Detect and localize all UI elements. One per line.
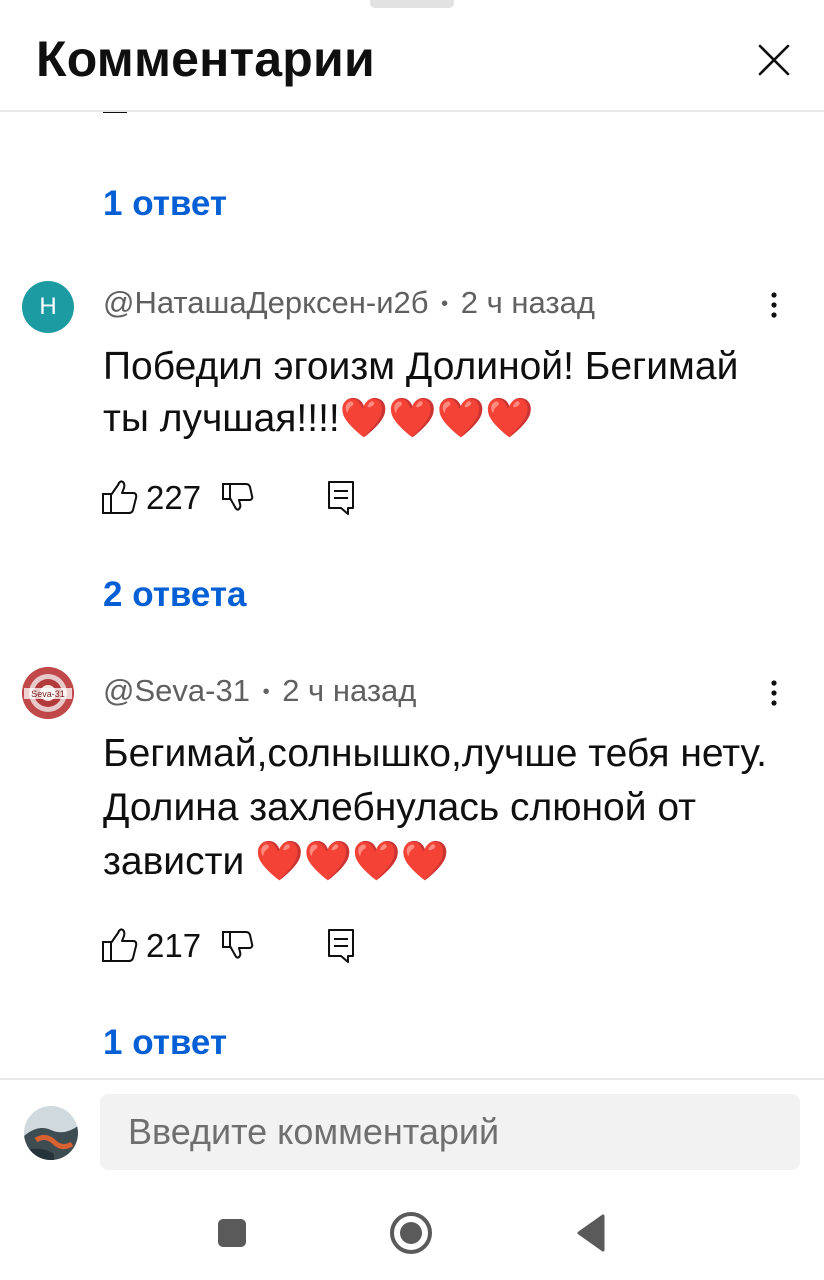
sheet-header: Комментарии xyxy=(0,0,824,112)
thumb-up-icon[interactable] xyxy=(100,477,140,517)
drag-handle[interactable] xyxy=(370,0,454,8)
reply-icon[interactable] xyxy=(326,927,356,965)
circle-icon[interactable] xyxy=(386,1208,436,1258)
comment-text: Победил эгоизм Долиной! Бегимай ты лучша… xyxy=(103,345,739,440)
comments-sheet: Комментарии 1 ответ Н @НаташаДерксен-и2б… xyxy=(0,0,824,1280)
comment-item: Seva-31 @Seva-31 • 2 ч назад Бегимай,сол… xyxy=(0,667,824,1078)
comment-author[interactable]: @НаташаДерксен-и2б xyxy=(103,285,429,320)
triangle-back-icon[interactable] xyxy=(566,1208,616,1258)
replies-link[interactable]: 2 ответа xyxy=(103,575,247,615)
more-vertical-icon[interactable] xyxy=(762,287,786,323)
page-title: Комментарии xyxy=(36,31,375,87)
comment-author[interactable]: @Seva-31 xyxy=(103,673,250,708)
comment-input-bar xyxy=(0,1078,824,1190)
thumb-down-icon[interactable] xyxy=(220,481,256,517)
replies-link[interactable]: 1 ответ xyxy=(103,1023,227,1063)
avatar-letter: Н xyxy=(39,293,57,320)
comment-meta: @НаташаДерксен-и2б • 2 ч назад xyxy=(103,285,595,321)
comment-meta: @Seva-31 • 2 ч назад xyxy=(103,673,416,709)
replies-link-previous[interactable]: 1 ответ xyxy=(103,184,227,224)
thumb-down-icon[interactable] xyxy=(220,929,256,965)
comment-time: 2 ч назад xyxy=(460,285,595,320)
more-vertical-icon[interactable] xyxy=(762,675,786,711)
like-count: 217 xyxy=(146,927,202,964)
comment-time: 2 ч назад xyxy=(282,673,417,708)
comment-text: Бегимай,солнышко,лучше тебя нету. Долина… xyxy=(103,732,767,883)
comment-actions: 217 xyxy=(100,923,400,967)
thumb-up-icon[interactable] xyxy=(100,925,140,965)
comment-item: Н @НаташаДерксен-и2б • 2 ч назад Победил… xyxy=(0,277,824,657)
meta-separator: • xyxy=(441,293,449,316)
avatar[interactable]: Seva-31 xyxy=(22,667,74,719)
avatar-image: Seva-31 xyxy=(22,667,74,719)
avatar-image xyxy=(24,1106,78,1160)
close-button[interactable] xyxy=(752,38,796,82)
previous-comment-actions xyxy=(103,112,127,113)
reply-icon[interactable] xyxy=(326,479,356,517)
comment-actions: 227 xyxy=(100,475,400,519)
square-icon[interactable] xyxy=(207,1208,257,1258)
like-count: 227 xyxy=(146,479,202,516)
my-avatar[interactable] xyxy=(24,1106,78,1160)
avatar[interactable]: Н xyxy=(22,281,74,333)
comments-feed[interactable]: 1 ответ Н @НаташаДерксен-и2б • 2 ч назад… xyxy=(0,112,824,1078)
system-nav-bar xyxy=(0,1190,824,1280)
close-icon xyxy=(758,44,790,76)
comment-input[interactable] xyxy=(100,1094,800,1170)
avatar-label: Seva-31 xyxy=(31,689,65,699)
meta-separator: • xyxy=(262,681,270,704)
